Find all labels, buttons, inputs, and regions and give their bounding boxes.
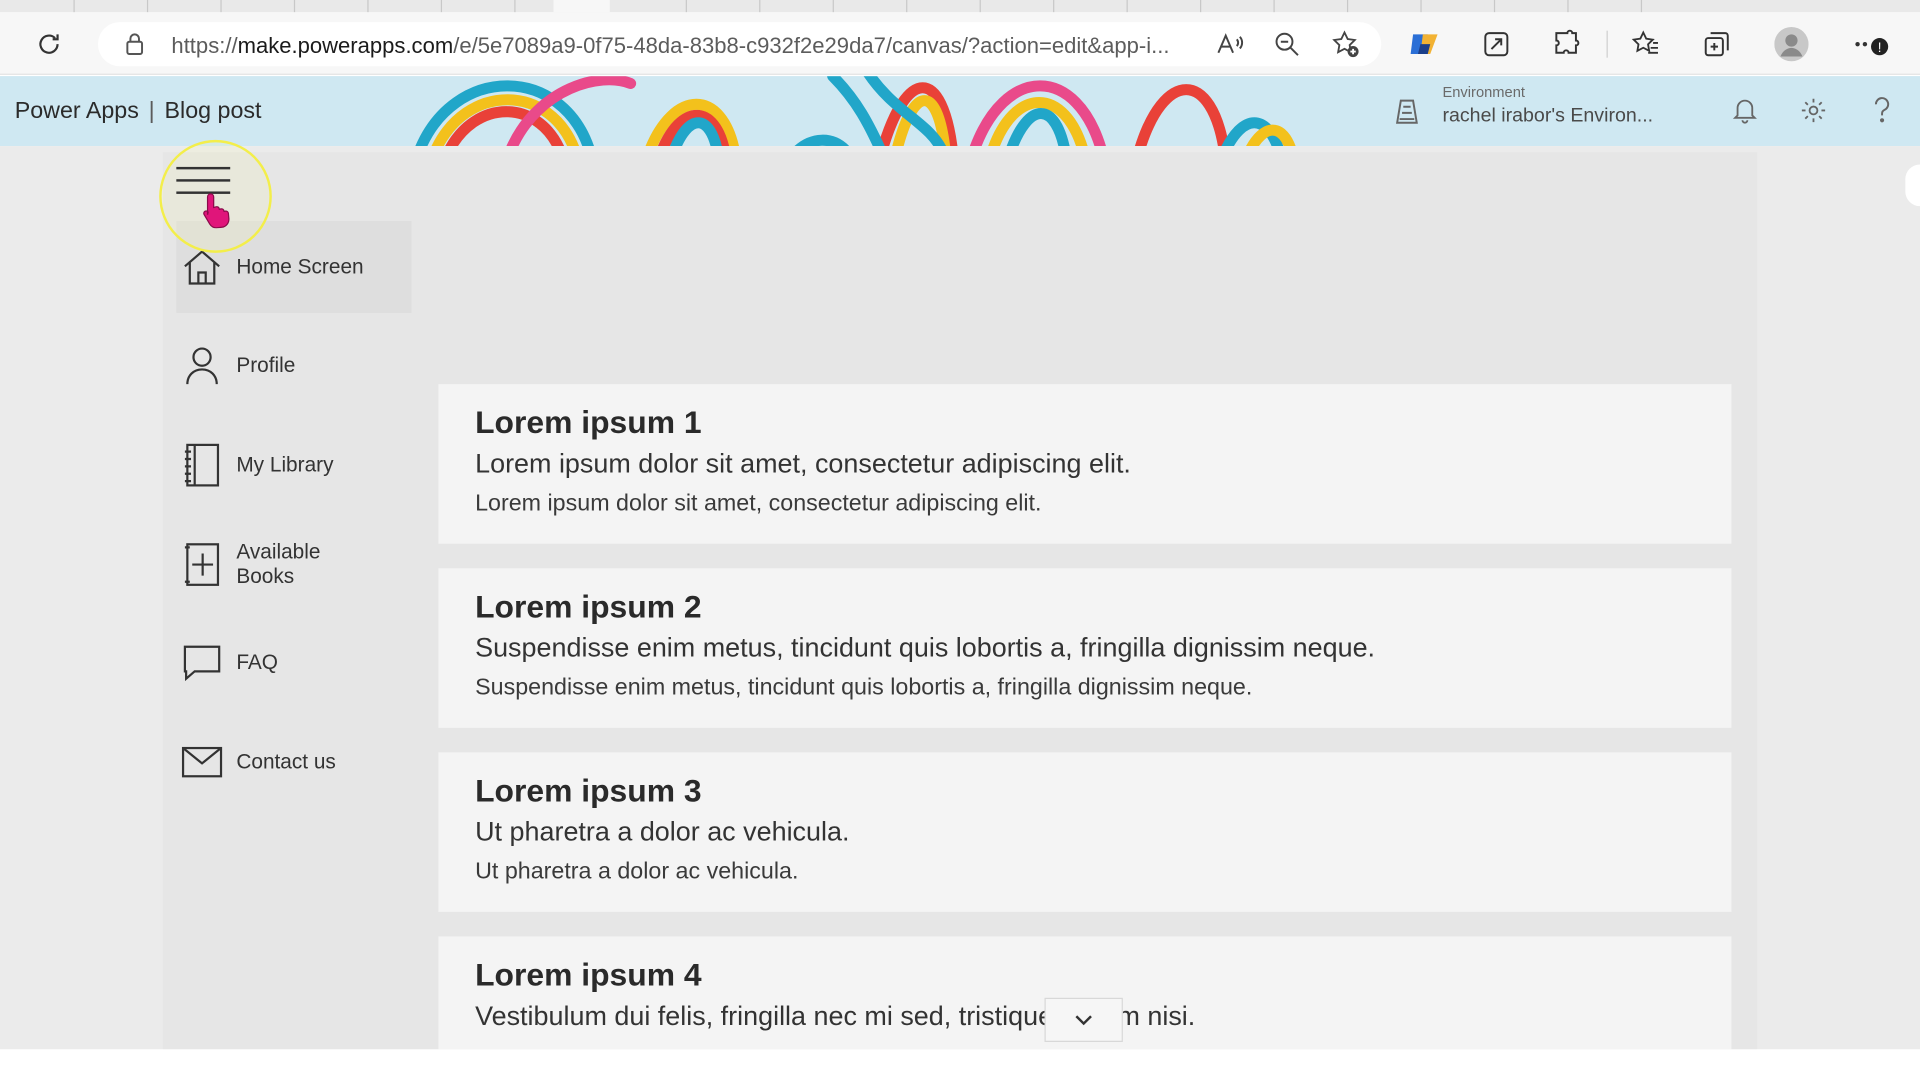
zoom-out-icon[interactable] (1269, 22, 1306, 66)
card-title: Lorem ipsum 3 (475, 771, 702, 809)
profile-icon[interactable] (1771, 12, 1813, 75)
nav-label-home-screen: Home Screen (236, 255, 364, 279)
url-text[interactable]: https://make.powerapps.com/e/5e7089a9-0f… (171, 33, 1200, 59)
nav-label-profile: Profile (236, 353, 296, 377)
environment-icon[interactable] (1393, 96, 1420, 132)
card-body: Lorem ipsum dolor sit amet, consectetur … (475, 490, 1042, 517)
lock-icon[interactable] (118, 22, 152, 66)
add-favorite-icon[interactable] (1327, 22, 1364, 66)
environment-label: Environment (1442, 83, 1525, 101)
active-tab[interactable] (553, 0, 610, 13)
card-title: Lorem ipsum 1 (475, 403, 702, 441)
card-subtitle: Suspendisse enim metus, tincidunt quis l… (475, 632, 1376, 663)
share-icon[interactable] (1477, 12, 1516, 75)
breadcrumb-separator: | (148, 98, 155, 124)
tab-strip (0, 0, 1920, 13)
favorites-icon[interactable] (1626, 12, 1665, 75)
app-name-label[interactable]: Blog post (165, 98, 262, 124)
card-body: Ut pharetra a dolor ac vehicula. (475, 859, 799, 885)
collections-icon[interactable] (1697, 12, 1736, 75)
nav-item-my-library[interactable]: My Library (181, 441, 334, 490)
nav-item-contact-us[interactable]: Contact us (181, 738, 336, 787)
gear-icon[interactable] (1796, 93, 1830, 127)
app-breadcrumb: Power Apps | Blog post (15, 98, 262, 125)
card-subtitle: Ut pharetra a dolor ac vehicula. (475, 816, 850, 847)
nav-item-available-books[interactable]: Available Books (181, 540, 346, 589)
home-icon (181, 247, 223, 289)
notebook-icon (181, 443, 223, 487)
rainbow-banner (415, 76, 1296, 147)
list-item[interactable]: Lorem ipsum 3 Ut pharetra a dolor ac veh… (438, 752, 1732, 912)
scroll-down-button[interactable] (1044, 997, 1123, 1042)
bottom-band (0, 1049, 1920, 1080)
browser-toolbar: https://make.powerapps.com/e/5e7089a9-0f… (0, 12, 1920, 75)
power-apps-label[interactable]: Power Apps (15, 98, 139, 124)
nav-label-available-books: Available Books (236, 540, 321, 588)
person-icon (181, 345, 223, 387)
card-title: Lorem ipsum 2 (475, 587, 702, 625)
mail-icon (181, 741, 223, 783)
hand-cursor-icon (203, 193, 230, 229)
copilot-icon[interactable] (1406, 12, 1445, 75)
nav-item-faq[interactable]: FAQ (181, 638, 278, 687)
list-item[interactable]: Lorem ipsum 1 Lorem ipsum dolor sit amet… (438, 384, 1732, 544)
add-book-icon (181, 543, 223, 586)
nav-label-my-library: My Library (236, 452, 334, 477)
nav-label-contact-us: Contact us (236, 749, 336, 774)
card-body: Suspendisse enim metus, tincidunt quis l… (475, 675, 1253, 701)
nav-item-profile[interactable]: Profile (181, 341, 295, 390)
list-item[interactable]: Lorem ipsum 2 Suspendisse enim metus, ti… (438, 568, 1732, 728)
bell-icon[interactable] (1728, 93, 1762, 127)
card-title: Lorem ipsum 4 (475, 956, 702, 993)
nav-label-faq: FAQ (236, 650, 278, 674)
environment-value[interactable]: rachel irabor's Environ... (1442, 106, 1653, 128)
refresh-icon[interactable] (27, 12, 71, 75)
help-icon[interactable] (1865, 93, 1899, 127)
power-apps-header: Power Apps | Blog post Environment rachel … (0, 76, 1920, 147)
chat-icon (181, 642, 223, 684)
screen: https://make.powerapps.com/e/5e7089a9-0f… (0, 0, 1920, 1080)
extensions-icon[interactable] (1548, 12, 1587, 75)
panel-toggle[interactable] (1905, 164, 1920, 207)
card-subtitle: Lorem ipsum dolor sit amet, consectetur … (475, 447, 1131, 479)
read-aloud-icon[interactable] (1212, 22, 1249, 66)
more-icon[interactable]: ! (1847, 12, 1896, 75)
address-bar[interactable]: https://make.powerapps.com/e/5e7089a9-0f… (97, 22, 1382, 67)
chevron-down-icon (1075, 1015, 1092, 1026)
svg-text:!: ! (1878, 40, 1882, 55)
